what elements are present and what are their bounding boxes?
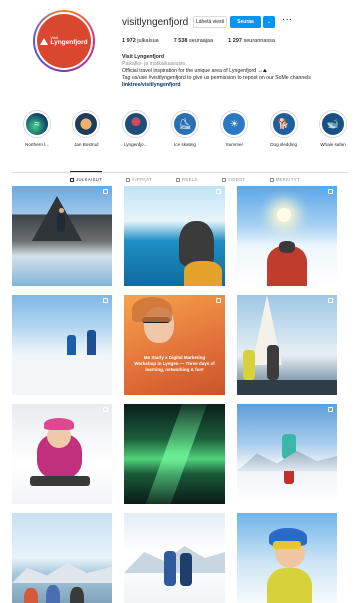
stat-followers[interactable]: 7 538 seuraajaa [174, 38, 213, 44]
person-icon [75, 113, 98, 135]
story-highlights: ≈ Northern l... Jan Bostrud Lyngenfjo...… [20, 110, 350, 155]
bio-line-2: Tag us/use #visitlyngenfjord to give us … [122, 75, 311, 81]
post-sledding-kid[interactable] [12, 404, 112, 504]
highlight-label: Summer [225, 142, 243, 147]
carousel-icon [103, 298, 108, 303]
reels-icon [175, 177, 180, 182]
more-options-button[interactable]: ··· [282, 14, 292, 25]
bio-name: Visit Lyngenfjord [122, 54, 165, 60]
bio-line-1: Official travel inspiration for the uniq… [122, 68, 268, 74]
stat-posts: 1 972 julkaisua [122, 38, 159, 44]
sun-icon: ☀ [223, 113, 246, 135]
post-caption-overlay: Ms Starly x Digital Marketing Workshop i… [134, 355, 215, 372]
post-sailing[interactable] [237, 295, 337, 395]
username: visitlyngenfjord [122, 17, 189, 28]
stat-following[interactable]: 1 297 seurannassa [228, 38, 275, 44]
carousel-icon [103, 189, 108, 194]
tab-tagged[interactable]: MERKITYT [269, 172, 300, 184]
avatar[interactable]: Visit Lyngenfjord [33, 10, 95, 72]
highlight-jan-bostrud[interactable]: Jan Bostrud [69, 110, 103, 155]
highlight-label: Whale safari [320, 142, 346, 147]
chevron-down-icon: ⌄ [266, 19, 272, 25]
tab-videos[interactable]: VIDEOT [221, 172, 246, 184]
highlight-label: Dog sledding [270, 142, 298, 147]
carousel-icon [103, 407, 108, 412]
mountain-icon [40, 37, 49, 45]
bio: Visit Lyngenfjord Paikallis- ja matkailu… [122, 54, 311, 89]
tag-icon [269, 177, 274, 182]
post-sled-sun[interactable] [237, 186, 337, 286]
highlight-ice-skating[interactable]: ⛸ Ice skating [168, 110, 202, 155]
highlight-label: Lyngenfjo... [123, 142, 148, 147]
highlight-northern-lights[interactable]: ≈ Northern l... [20, 110, 54, 155]
profile-header: Visit Lyngenfjord visitlyngenfjord Lähet… [0, 0, 360, 110]
highlight-dog-sledding[interactable]: 🐕 Dog sledding [267, 110, 301, 155]
follow-button[interactable]: Seuraa [230, 16, 261, 28]
tab-reels[interactable]: REELS [175, 172, 198, 184]
highlight-whale-safari[interactable]: 🐋 Whale safari [316, 110, 350, 155]
bio-category: Paikallis- ja matkailuasiusto [122, 61, 186, 67]
post-jumping-mountains[interactable] [12, 186, 112, 286]
post-aurora[interactable] [124, 404, 225, 504]
suggested-dropdown-button[interactable]: ⌄ [263, 16, 275, 28]
post-workshop-selfie[interactable]: Ms Starly x Digital Marketing Workshop i… [124, 295, 225, 395]
highlight-label: Ice skating [174, 142, 196, 147]
highlight-label: Jan Bostrud [74, 142, 99, 147]
carousel-icon [328, 189, 333, 194]
carousel-icon [216, 298, 221, 303]
post-hikers-snow[interactable] [12, 295, 112, 395]
carousel-icon [328, 407, 333, 412]
aurora-icon: ≈ [26, 113, 48, 135]
profile-stats: 1 972 julkaisua 7 538 seuraajaa 1 297 se… [122, 38, 275, 44]
skating-icon: ⛸ [173, 113, 196, 135]
person-icon [124, 113, 147, 135]
post-dog-glacier[interactable] [124, 186, 225, 286]
post-skier-peak[interactable] [237, 404, 337, 504]
profile-tabs: JULKAISUT KIPPAAT REELS VIDEOT MERKITYT [70, 171, 300, 184]
video-icon [221, 177, 226, 182]
highlight-summer[interactable]: ☀ Summer [217, 110, 251, 155]
post-smiling-skier[interactable] [237, 513, 337, 603]
bio-link[interactable]: linktree/visitlyngenfjord [122, 82, 311, 89]
post-couple-snow[interactable] [124, 513, 225, 603]
post-group-fjord[interactable] [12, 513, 112, 603]
grid-icon [70, 177, 74, 182]
message-button[interactable]: Lähetä viesti [193, 16, 227, 28]
bookmark-icon [126, 177, 131, 182]
posts-grid: Ms Starly x Digital Marketing Workshop i… [12, 186, 348, 603]
whale-icon: 🐋 [321, 113, 344, 135]
carousel-icon [328, 298, 333, 303]
tab-posts[interactable]: JULKAISUT [70, 171, 103, 184]
tab-saved[interactable]: KIPPAAT [126, 172, 152, 184]
highlight-lyngenfjord[interactable]: Lyngenfjo... [119, 110, 153, 155]
dog-icon: 🐕 [272, 113, 295, 135]
avatar-logo-line1: Lyngenfjord [50, 38, 88, 46]
avatar-logo: Visit Lyngenfjord [37, 14, 91, 68]
highlight-label: Northern l... [25, 142, 49, 147]
carousel-icon [216, 189, 221, 194]
